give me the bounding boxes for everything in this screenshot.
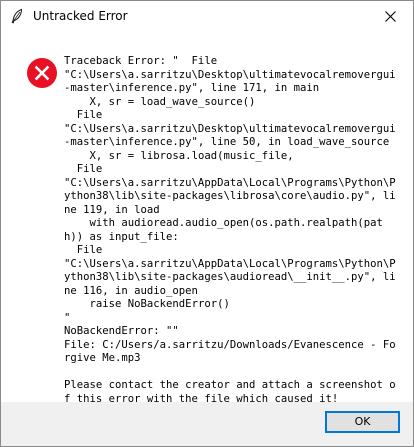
error-message: Traceback Error: " File "C:\Users\a.sarr… [64,55,396,405]
ok-button[interactable]: OK [325,411,400,433]
close-button[interactable] [368,1,413,31]
dialog-content: Traceback Error: " File "C:\Users\a.sarr… [1,32,413,405]
error-icon [26,57,58,89]
window-title: Untracked Error [33,9,128,23]
close-icon [385,11,396,22]
feather-icon [9,8,25,24]
button-bar: OK [1,402,413,446]
error-dialog-window: Untracked Error Traceback Error: " File … [0,0,414,447]
title-bar[interactable]: Untracked Error [1,1,413,32]
